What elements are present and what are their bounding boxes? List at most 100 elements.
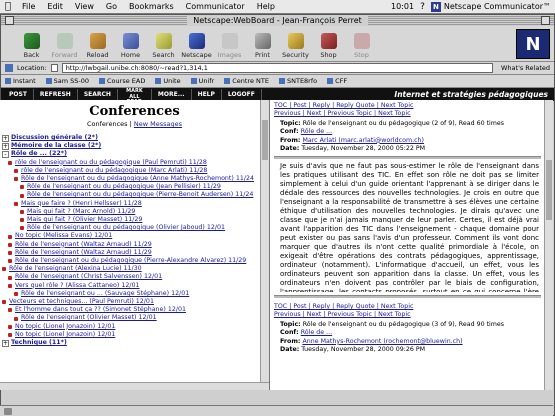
- expand-icon[interactable]: +: [2, 142, 9, 150]
- conference-item[interactable]: + Technique (11*): [2, 339, 269, 347]
- tree-item-label[interactable]: Rôle de l'enseignant (Olivier Masset) 12…: [21, 314, 157, 322]
- tree-item-label[interactable]: Rôle de l'enseignant (Waltaz Arnaud) 11/…: [15, 241, 152, 249]
- message-nav-line-1[interactable]: TOC | Post | Reply | Reply Quote | Next …: [274, 303, 549, 311]
- message-nav-line-2[interactable]: Previous | Next | Previous Topic | Next …: [274, 311, 549, 319]
- print-button[interactable]: Print: [246, 33, 279, 59]
- left-horizontal-scrollbar[interactable]: [0, 382, 269, 390]
- reload-button[interactable]: Reload: [81, 33, 114, 59]
- message-author-link[interactable]: Marc Arlati (marc.arlati@worldcom.ch): [302, 137, 424, 144]
- post-button[interactable]: POST: [3, 89, 34, 100]
- bookmark-item[interactable]: Course EAD: [99, 77, 145, 85]
- bookmark-item[interactable]: Unite: [155, 77, 181, 85]
- application-switcher[interactable]: N Netscape Communicator™: [430, 1, 551, 12]
- logoff-button[interactable]: LOGOFF: [222, 89, 262, 100]
- more-button[interactable]: MORE...: [152, 89, 192, 100]
- message-conf-link[interactable]: Rôle de ...: [301, 128, 332, 135]
- help-button[interactable]: HELP: [192, 89, 222, 100]
- expand-icon[interactable]: +: [2, 134, 9, 142]
- menu-bookmarks[interactable]: Bookmarks: [123, 2, 180, 11]
- tree-item-label[interactable]: Vers quel rôle ? (Alissa Cattaneo) 12/01: [15, 282, 140, 290]
- topic-item[interactable]: Rôle de l'enseignant (Waltaz Arnaud) 11/…: [2, 241, 269, 249]
- conference-item[interactable]: + Discussion générale (2*): [2, 134, 269, 142]
- home-button[interactable]: Home: [114, 33, 147, 59]
- whats-related-button[interactable]: What's Related: [497, 64, 550, 72]
- tree-item-label[interactable]: Rôle de l'enseignant ou du pédagogique (…: [27, 224, 225, 232]
- window-titlebar[interactable]: Netscape:WebBoard - Jean-François Perret: [1, 15, 554, 26]
- refresh-button[interactable]: REFRESH: [34, 89, 78, 100]
- tree-item-label[interactable]: No topic (Lionel Jonazoin) 12/01: [15, 331, 115, 339]
- message-conf-link[interactable]: Rôle de ...: [301, 329, 332, 336]
- forward-button[interactable]: Forward: [48, 33, 81, 59]
- url-input[interactable]: http://lwbgail.unibe.ch:8080/~read?1,314…: [61, 63, 493, 73]
- security-lock-icon[interactable]: [4, 407, 12, 415]
- help-balloon-icon[interactable]: ?: [420, 2, 425, 12]
- tree-item-label[interactable]: Rôle de ... (22*): [11, 150, 67, 158]
- new-messages-link[interactable]: New Messages: [134, 120, 182, 128]
- tree-item-label[interactable]: rôle de l'enseignant ou du pédagogique (…: [15, 159, 207, 167]
- netscape-throbber-icon[interactable]: N: [516, 29, 550, 59]
- topic-item[interactable]: Rôle de l'enseignant (Christ Salvenssen)…: [2, 273, 269, 281]
- topic-item[interactable]: rôle de l'enseignant ou du pédagogique (…: [2, 159, 269, 167]
- left-scroll-thumb[interactable]: [262, 120, 268, 160]
- menu-edit[interactable]: Edit: [41, 2, 69, 11]
- tree-item-label[interactable]: Discussion générale (2*): [11, 134, 98, 142]
- topic-item[interactable]: Mais que faire ? (Henri Hellsser) 11/28: [2, 200, 269, 208]
- menu-view[interactable]: View: [69, 2, 100, 11]
- bookmark-item[interactable]: Instant: [5, 77, 36, 85]
- page-proxy-icon[interactable]: [50, 64, 58, 72]
- message-nav-line-1[interactable]: TOC | Post | Reply | Reply Quote | Next …: [274, 102, 549, 110]
- menu-file[interactable]: File: [16, 2, 41, 11]
- bookmark-location-icon[interactable]: [5, 64, 13, 72]
- security-button[interactable]: Security: [279, 33, 312, 59]
- stop-button[interactable]: Stop: [345, 33, 378, 59]
- netscape-button[interactable]: Netscape: [180, 33, 213, 59]
- topic-item[interactable]: Vers quel rôle ? (Alissa Cattaneo) 12/01: [2, 282, 269, 290]
- topic-item[interactable]: rôle de l'enseignant ou du pédagogique (…: [2, 167, 269, 175]
- message-nav-line-2[interactable]: Previous | Next | Previous Topic | Next …: [274, 110, 549, 118]
- menu-go[interactable]: Go: [100, 2, 123, 11]
- message-author-link[interactable]: Anne Mathys-Rochemont (rochemont@bluewin…: [302, 338, 462, 345]
- collapse-icon[interactable]: -: [2, 151, 9, 158]
- topic-item[interactable]: Mais qui fait ? (Marc Arnold) 11/29: [2, 208, 269, 216]
- tree-item-label[interactable]: Rôle de l'enseignant (Waltaz Arnaud) 11/…: [15, 249, 152, 257]
- mark-all-read-button[interactable]: MARK ALL READ: [118, 88, 152, 105]
- bookmark-item[interactable]: CFF: [327, 77, 347, 85]
- tree-item-label[interactable]: Rôle de l'enseignant ou ... (Sauvage Sté…: [21, 290, 189, 298]
- topic-item[interactable]: No topic (Lionel Jonazoin) 12/01: [2, 331, 269, 339]
- topic-item[interactable]: Rôle de l'enseignant ou ... (Sauvage Sté…: [2, 290, 269, 298]
- topic-item[interactable]: Rôle de l'enseignant (Waltaz Arnaud) 11/…: [2, 249, 269, 257]
- topic-item[interactable]: No topic (Lionel Jonazoin) 12/01: [2, 323, 269, 331]
- topic-item[interactable]: Rôle de l'enseignant ou du pédagogique (…: [2, 224, 269, 232]
- topic-item[interactable]: Rôle de l'enseignant ou du pédagogique (…: [2, 191, 269, 199]
- tree-item-label[interactable]: No topic (Melissa Evans) 12/01: [15, 232, 112, 240]
- topic-item[interactable]: Rôle de l'enseignant (Olivier Masset) 12…: [2, 314, 269, 322]
- tree-item-label[interactable]: Technique (11*): [11, 339, 67, 347]
- topic-item[interactable]: No topic (Melissa Evans) 12/01: [2, 232, 269, 240]
- tree-item-label[interactable]: Rôle de l'enseignant (Christ Salvenssen)…: [15, 273, 162, 281]
- topic-item[interactable]: Mais qui fait ? (Olivier Masset) 11/29: [2, 216, 269, 224]
- bookmark-item[interactable]: Unifr: [190, 77, 214, 85]
- shop-button[interactable]: Shop: [312, 33, 345, 59]
- search-button[interactable]: Search: [147, 33, 180, 59]
- conference-item[interactable]: - Rôle de ... (22*): [2, 150, 269, 158]
- bookmark-item[interactable]: Centre NTE: [224, 77, 269, 85]
- zoom-box-icon[interactable]: [541, 16, 550, 25]
- left-scrollbar[interactable]: [260, 100, 269, 390]
- close-box-icon[interactable]: [5, 16, 14, 25]
- apple-icon[interactable]: : [0, 1, 16, 12]
- tree-item-label[interactable]: Mais qui fait ? (Marc Arnold) 11/29: [27, 208, 135, 216]
- menu-communicator[interactable]: Communicator: [180, 2, 251, 11]
- topic-item[interactable]: Rôle de l'enseignant ou du pédagogique (…: [2, 175, 269, 183]
- right-scroll-thumb[interactable]: [546, 160, 552, 220]
- right-scrollbar[interactable]: [544, 100, 553, 390]
- tree-item-label[interactable]: Rôle de l'enseignant ou du pédagogique (…: [21, 175, 254, 183]
- images-button[interactable]: Images: [213, 33, 246, 59]
- tree-item-label[interactable]: Mais que faire ? (Henri Hellsser) 11/28: [21, 200, 142, 208]
- tree-item-label[interactable]: Mais qui fait ? (Olivier Masset) 11/29: [27, 216, 142, 224]
- back-button[interactable]: Back: [15, 33, 48, 59]
- menu-help[interactable]: Help: [251, 2, 281, 11]
- expand-icon[interactable]: +: [2, 339, 9, 347]
- bookmark-item[interactable]: Sam SS-00: [45, 77, 89, 85]
- search-webboard-button[interactable]: SEARCH: [78, 89, 118, 100]
- tree-item-label[interactable]: rôle de l'enseignant ou du pédagogique (…: [21, 167, 207, 175]
